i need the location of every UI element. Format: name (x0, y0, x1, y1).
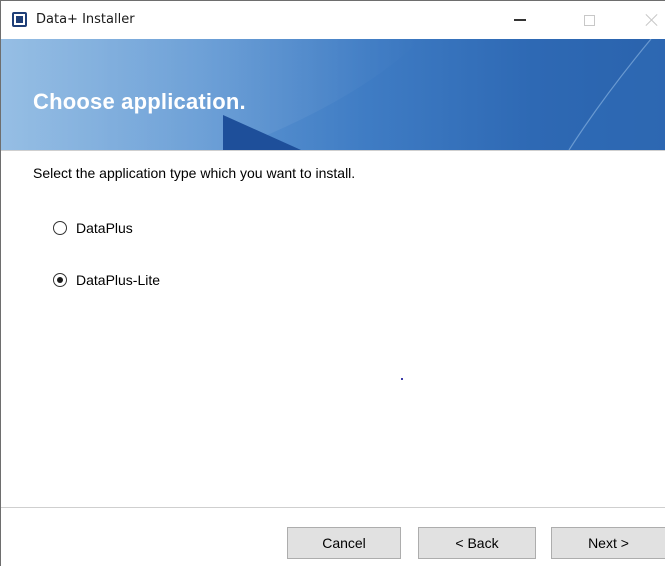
footer-divider (1, 507, 665, 508)
maximize-button[interactable] (566, 1, 612, 39)
option-label-dataplus: DataPlus (76, 220, 133, 236)
next-button[interactable]: Next > (551, 527, 665, 559)
minimize-icon (514, 19, 526, 21)
option-label-dataplus-lite: DataPlus-Lite (76, 272, 161, 288)
banner-divider (1, 150, 665, 151)
instruction-text: Select the application type which you wa… (33, 165, 356, 181)
option-dataplus-lite[interactable]: DataPlus-Lite (53, 272, 160, 288)
back-button[interactable]: < Back (418, 527, 536, 559)
header-banner: Choose application. (1, 39, 665, 150)
title-bar[interactable]: Data+ Installer (1, 1, 665, 39)
page-title: Choose application. (33, 89, 246, 114)
installer-window: Data+ Installer Choose application. Sele… (0, 0, 665, 566)
stray-dot (401, 378, 403, 380)
close-button[interactable] (629, 1, 665, 39)
radio-dataplus-lite[interactable] (53, 273, 67, 287)
window-title: Data+ Installer (36, 12, 135, 27)
radio-dataplus[interactable] (53, 221, 67, 235)
installer-app-icon (12, 12, 27, 27)
minimize-button[interactable] (497, 1, 543, 39)
cancel-button[interactable]: Cancel (287, 527, 401, 559)
option-dataplus[interactable]: DataPlus (53, 220, 133, 236)
maximize-icon (583, 14, 595, 26)
close-icon (645, 13, 659, 27)
